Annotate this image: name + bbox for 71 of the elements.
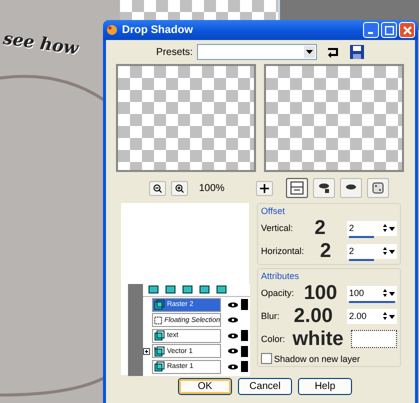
field-label: Opacity: bbox=[261, 288, 294, 298]
annotation-text: 2.00 bbox=[292, 306, 334, 326]
selection-icon bbox=[154, 314, 162, 326]
expand-icon[interactable] bbox=[143, 348, 150, 355]
layer-tool-icon[interactable] bbox=[199, 285, 210, 294]
close-icon bbox=[402, 26, 412, 34]
field-label: Color: bbox=[261, 334, 286, 344]
eye-icon[interactable] bbox=[227, 347, 239, 356]
minimize-button[interactable] bbox=[363, 22, 379, 38]
move-icon bbox=[260, 184, 269, 192]
layer-lock-icon[interactable] bbox=[241, 361, 248, 372]
pan-button[interactable] bbox=[256, 180, 273, 196]
eye-icon[interactable] bbox=[227, 316, 239, 324]
zoom-level: 100% bbox=[199, 182, 225, 194]
eye-button[interactable] bbox=[340, 178, 362, 198]
eye-icon[interactable] bbox=[227, 332, 239, 340]
spinner-icon[interactable] bbox=[383, 289, 395, 297]
window-title: Drop Shadow bbox=[122, 24, 194, 36]
number-field[interactable]: 2 bbox=[347, 220, 397, 236]
caret-icon bbox=[306, 50, 313, 54]
annotation-text: 100 bbox=[302, 283, 338, 303]
layer-lock-icon[interactable] bbox=[241, 299, 248, 310]
zoom-out-icon bbox=[153, 184, 162, 192]
color-swatch[interactable] bbox=[351, 330, 397, 348]
curved-text: see how bbox=[2, 28, 80, 60]
eye-icon bbox=[316, 182, 331, 194]
spinner-icon[interactable] bbox=[383, 224, 395, 232]
presets-dropdown[interactable] bbox=[196, 44, 317, 60]
zoom-in-icon bbox=[175, 184, 184, 192]
group-title: Offset bbox=[261, 206, 286, 216]
layer-icon bbox=[154, 330, 165, 342]
annotation-text: 2 bbox=[318, 241, 332, 261]
number-field[interactable]: 100 bbox=[347, 286, 397, 300]
layer-tool-icon[interactable] bbox=[216, 285, 227, 294]
spinner-icon[interactable] bbox=[383, 247, 395, 255]
field-label: Blur: bbox=[261, 311, 280, 321]
layer-icon bbox=[154, 299, 165, 310]
annotation-text: white bbox=[291, 329, 345, 349]
number-field[interactable]: 2 bbox=[347, 244, 397, 258]
palette-icon bbox=[106, 24, 118, 36]
layer-tool-icon[interactable] bbox=[148, 285, 159, 294]
layer-lock-icon[interactable] bbox=[241, 346, 248, 357]
field-label: Vertical: bbox=[261, 223, 294, 233]
layout-button[interactable] bbox=[286, 178, 308, 198]
dialog-button[interactable]: OK bbox=[178, 378, 232, 395]
eye-tool-button[interactable] bbox=[312, 178, 335, 198]
group-title: Attributes bbox=[261, 271, 300, 281]
dialog-button[interactable]: Cancel bbox=[238, 378, 292, 395]
zoom-out-button[interactable] bbox=[149, 180, 166, 196]
maximize-button[interactable] bbox=[381, 22, 397, 38]
zoom-in-button[interactable] bbox=[171, 180, 188, 196]
dice-icon bbox=[370, 181, 385, 195]
maximize-icon bbox=[384, 26, 394, 34]
layer-tool-icon[interactable] bbox=[182, 285, 193, 294]
dialog-button[interactable]: Help bbox=[298, 378, 352, 395]
number-field[interactable]: 2.00 bbox=[347, 308, 397, 324]
layer-lock-icon[interactable] bbox=[241, 330, 248, 342]
close-button[interactable] bbox=[399, 22, 415, 38]
layer-tool-icon[interactable] bbox=[165, 285, 176, 294]
spinner-icon[interactable] bbox=[383, 312, 395, 320]
annotation-text: 2 bbox=[313, 218, 327, 238]
layer-icon bbox=[154, 361, 165, 372]
field-label: Horizontal: bbox=[261, 246, 304, 256]
presets-label: Presets: bbox=[156, 46, 193, 58]
save-icon[interactable] bbox=[348, 44, 365, 60]
dice-button[interactable] bbox=[366, 178, 389, 198]
eye-icon[interactable] bbox=[227, 300, 239, 309]
eye-icon[interactable] bbox=[227, 362, 239, 371]
shadow-checkbox[interactable]: Shadow on new layer bbox=[261, 353, 397, 364]
layout-icon bbox=[290, 181, 304, 195]
vector-layer-icon bbox=[154, 346, 165, 357]
